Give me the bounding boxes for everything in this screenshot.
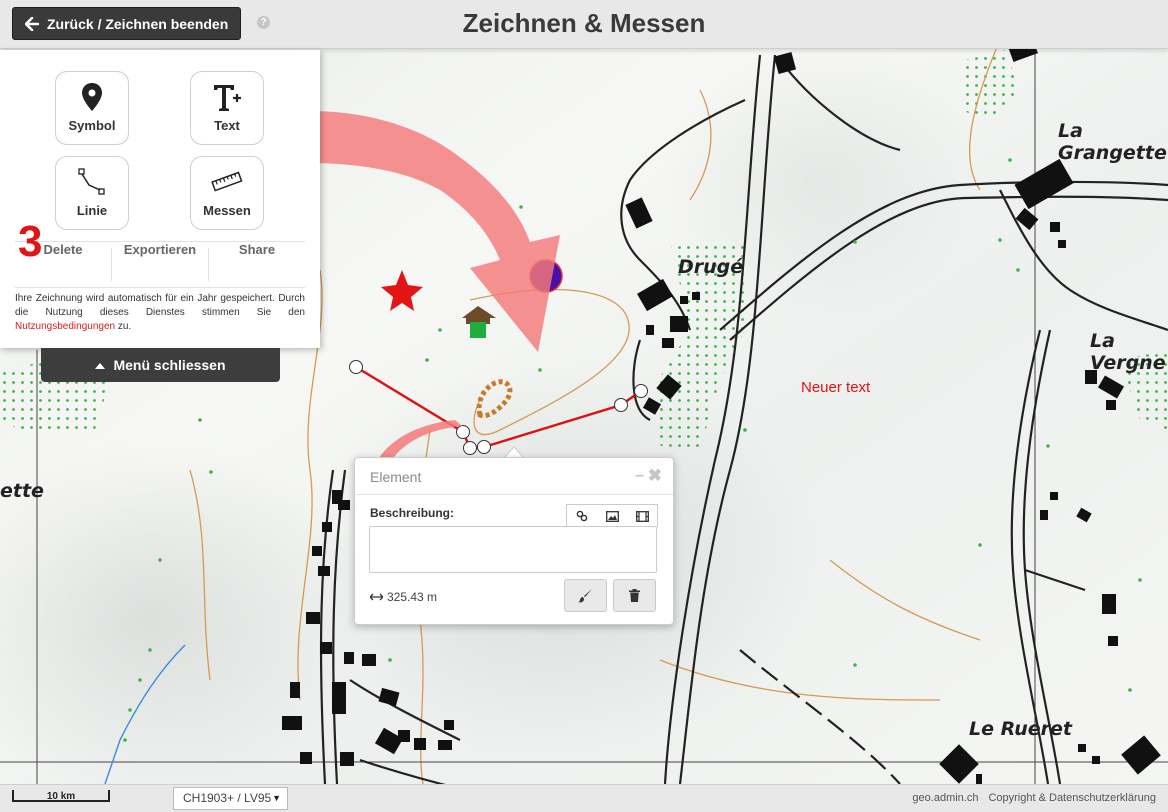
tool-line-button[interactable]: Linie [55, 156, 129, 230]
save-notice-suffix: zu. [117, 321, 132, 332]
popup-title: Element [370, 469, 422, 485]
place-label-la-grangette: La Grangette [1058, 120, 1167, 164]
line-vertex-handle [634, 384, 648, 398]
delete-element-button[interactable] [613, 579, 656, 612]
line-vertex-handle [349, 360, 363, 374]
tool-measure-label: Messen [203, 203, 251, 218]
tool-line-label: Linie [76, 203, 108, 218]
description-label: Beschreibung: [370, 506, 455, 520]
measurement-value: 325.43 m [387, 590, 438, 604]
top-bar: Zurück / Zeichnen beenden ? Zeichnen & M… [0, 0, 1168, 49]
save-notice: Ihre Zeichnung wird automatisch für ein … [15, 292, 305, 334]
trash-icon [629, 589, 640, 602]
tool-measure-button[interactable]: Messen [190, 156, 264, 230]
site-link[interactable]: geo.admin.ch [912, 792, 978, 804]
drawing-panel: Symbol Text Linie Messen Delete Exportie… [0, 50, 320, 348]
minimize-icon[interactable]: – [635, 467, 644, 485]
menu-close-button[interactable]: Menü schliessen [41, 348, 280, 382]
tool-text-button[interactable]: Text [190, 71, 264, 145]
link-icon[interactable] [567, 505, 597, 527]
arrow-left-icon [25, 16, 39, 31]
bottom-bar: 10 km CH1903+ / LV95 ▼ geo.admin.ch Copyr… [0, 784, 1168, 812]
step-number-annotation: 3 [18, 217, 43, 266]
caret-up-icon [95, 362, 106, 369]
place-label-ette: ette [0, 480, 44, 502]
place-label-le-rueret: Le Rueret [969, 718, 1072, 740]
close-icon[interactable]: ✖ [648, 466, 662, 486]
scale-bar: 10 km [12, 790, 110, 802]
place-label-druge: Drugé [678, 256, 744, 278]
panel-actions: Delete Exportieren Share [15, 241, 305, 288]
line-tool-icon [78, 168, 105, 195]
caret-down-icon: ▼ [272, 793, 281, 803]
brush-icon [578, 589, 592, 603]
terms-link[interactable]: Nutzungsbedingungen [15, 321, 115, 332]
drawn-text-label[interactable]: Neuer text [801, 379, 870, 396]
place-label-la-vergne: La Vergne [1090, 330, 1166, 374]
measurement: 325.43 m [370, 590, 437, 604]
footer-links: geo.admin.ch Copyright & Datenschutzerkl… [912, 792, 1156, 804]
line-vertex-handle [614, 398, 628, 412]
help-icon[interactable]: ? [257, 16, 270, 29]
copyright-link[interactable]: Copyright & Datenschutzerklärung [988, 792, 1156, 804]
menu-close-label: Menü schliessen [113, 357, 226, 373]
media-toolbar [566, 504, 658, 527]
tool-text-label: Text [214, 118, 240, 133]
export-button[interactable]: Exportieren [112, 242, 208, 287]
length-icon [370, 593, 383, 601]
element-popup: Element – ✖ Beschreibung: 325.43 m [354, 457, 674, 625]
image-icon[interactable] [597, 505, 627, 527]
map-marker-icon [82, 83, 102, 111]
video-icon[interactable] [627, 505, 657, 527]
projection-select[interactable]: CH1903+ / LV95 ▼ [173, 787, 288, 810]
projection-value: CH1903+ / LV95 [183, 791, 272, 805]
popup-header: Element – ✖ [355, 458, 673, 495]
share-button[interactable]: Share [209, 242, 305, 287]
back-button[interactable]: Zurück / Zeichnen beenden [12, 7, 242, 40]
style-button[interactable] [564, 579, 607, 612]
tool-symbol-label: Symbol [68, 118, 116, 133]
line-vertex-handle [456, 425, 470, 439]
save-notice-text: Ihre Zeichnung wird automatisch für ein … [15, 293, 305, 318]
tool-symbol-button[interactable]: Symbol [55, 71, 129, 145]
text-add-icon [214, 85, 241, 111]
line-vertex-handle [463, 441, 477, 455]
ruler-icon [211, 171, 243, 192]
line-vertex-handle [477, 440, 491, 454]
back-button-label: Zurück / Zeichnen beenden [47, 15, 229, 32]
description-input[interactable] [369, 526, 657, 573]
